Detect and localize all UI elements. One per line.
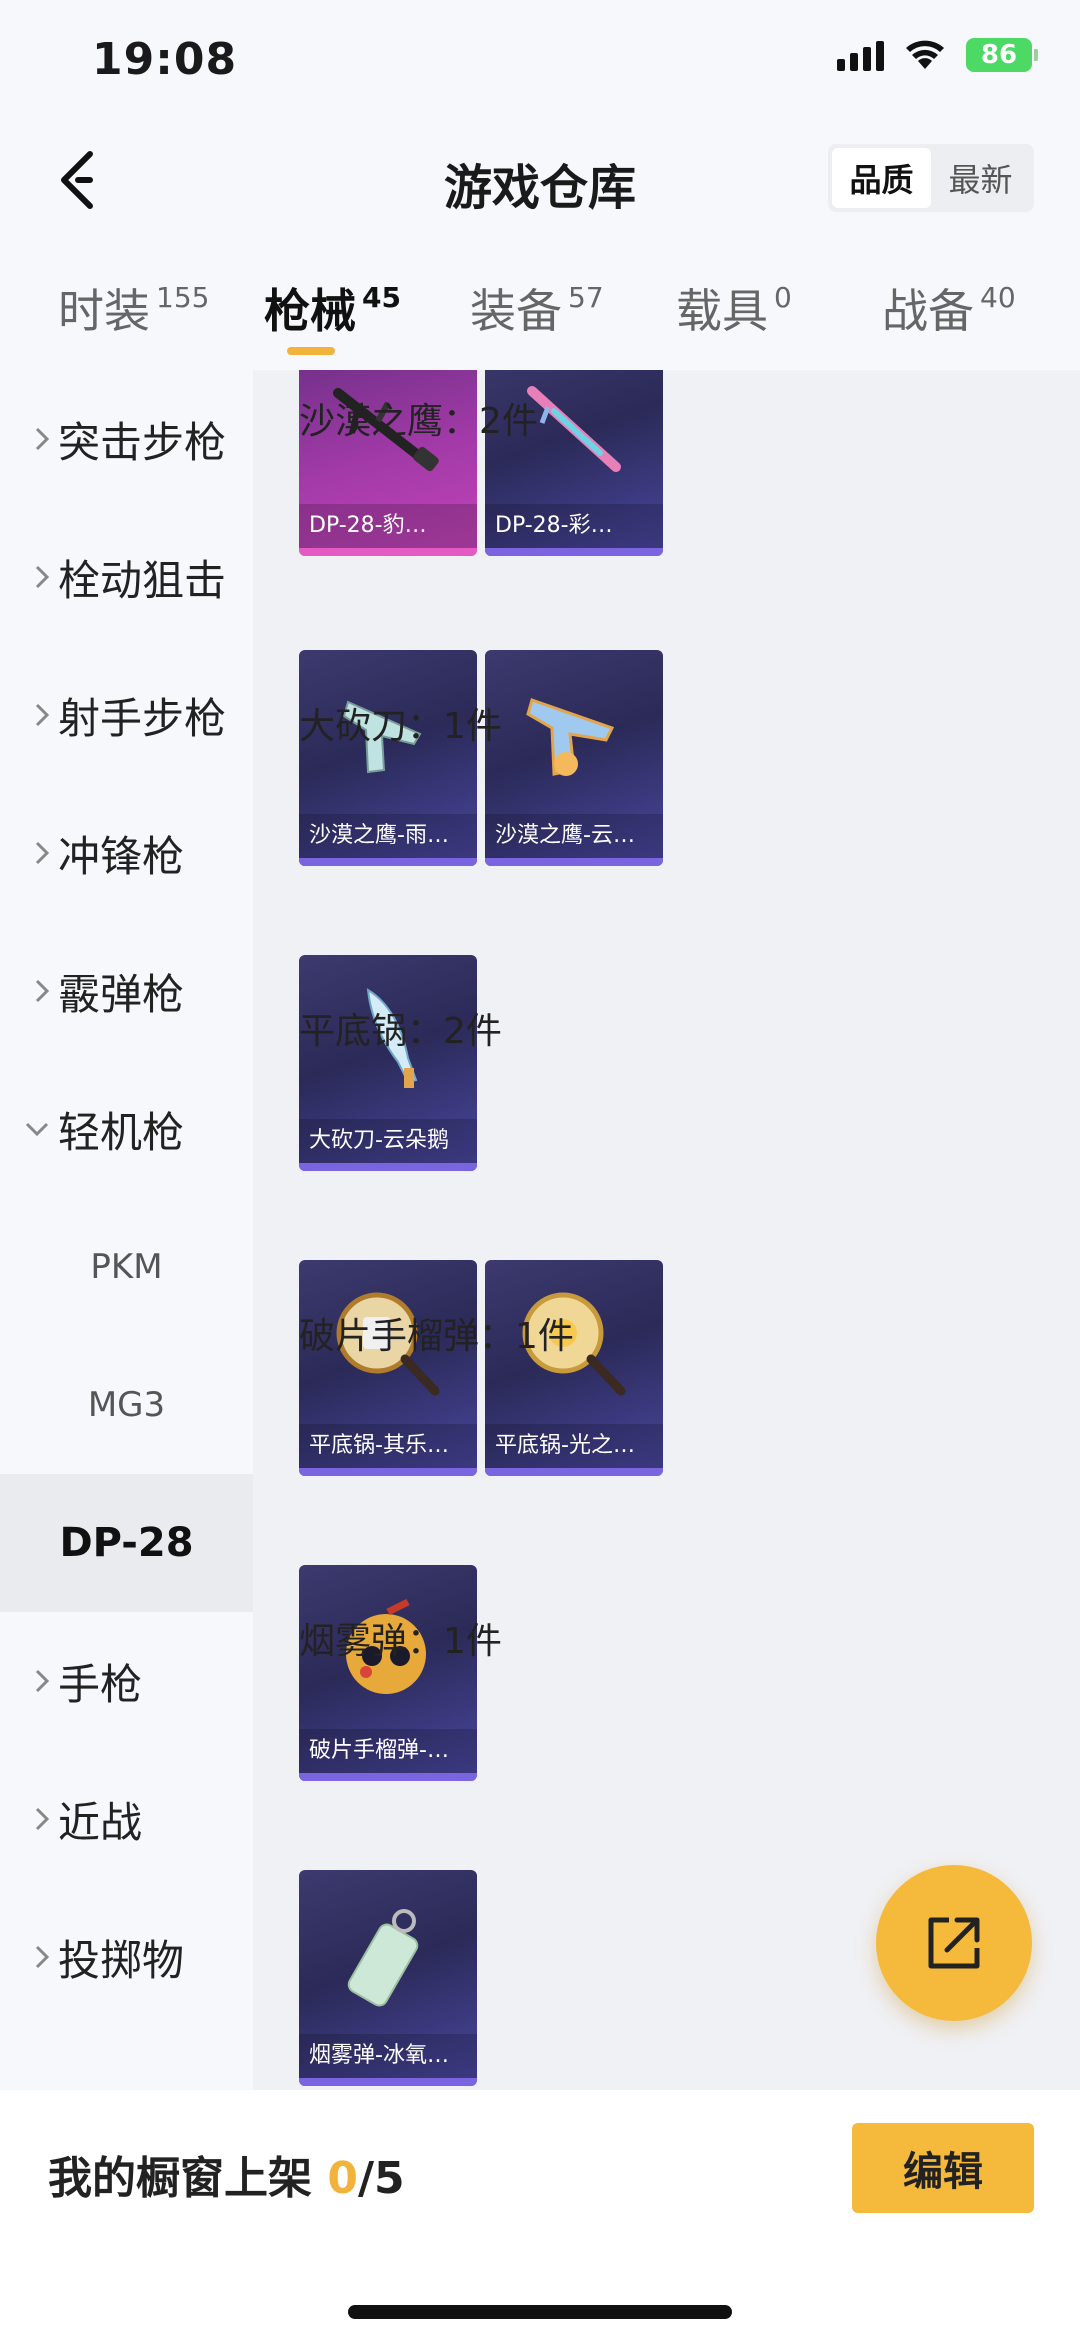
sidebar-item-label: 突击步枪 [58, 417, 227, 467]
pistol-skin-icon [485, 650, 663, 816]
chevron-right-icon [0, 1806, 58, 1832]
sidebar-item-label: 栓动狙击 [58, 555, 227, 605]
tab-count: 0 [774, 281, 792, 314]
sort-toggle: 品质 最新 [828, 144, 1034, 212]
item-card[interactable]: 大砍刀-云朵鹅 [299, 955, 477, 1171]
chevron-right-icon [0, 702, 58, 728]
tab-label: 时装 [58, 284, 150, 338]
wifi-icon [906, 40, 944, 69]
edit-button[interactable]: 编辑 [852, 2123, 1034, 2213]
sidebar-item-label: 射手步枪 [58, 693, 227, 743]
sidebar-subitem-pkm[interactable]: PKM [0, 1198, 253, 1336]
tab-label: 装备 [470, 284, 562, 338]
item-card[interactable]: 平底锅-其乐… [299, 1260, 477, 1476]
item-card[interactable]: 烟雾弹-冰氧… [299, 1870, 477, 2086]
battery-level: 86 [980, 40, 1018, 70]
showcase-total: /5 [357, 2153, 405, 2204]
tab-supplies[interactable]: 战备 40 [882, 275, 1016, 341]
sidebar-item-bolt-sniper[interactable]: 栓动狙击 [0, 508, 253, 646]
chevron-right-icon [0, 426, 58, 452]
chevron-down-icon [0, 1121, 58, 1137]
sidebar-item-melee[interactable]: 近战 [0, 1750, 253, 1888]
item-card[interactable]: 沙漠之鹰-云… [485, 650, 663, 866]
item-name: 大砍刀-云朵鹅 [299, 1119, 477, 1163]
sidebar-item-smg[interactable]: 冲锋枪 [0, 784, 253, 922]
sidebar-item-pistol[interactable]: 手枪 [0, 1612, 253, 1750]
sidebar-item-marksman-rifle[interactable]: 射手步枪 [0, 646, 253, 784]
tab-count: 45 [362, 281, 401, 314]
item-name: DP-28-豹… [299, 504, 477, 548]
tab-fashion[interactable]: 时装 155 [58, 275, 209, 341]
sidebar-item-label: 霰弹枪 [58, 969, 185, 1019]
chevron-right-icon [0, 978, 58, 1004]
tab-count: 57 [568, 281, 604, 314]
item-name: 破片手榴弹-… [299, 1729, 477, 1773]
tab-vehicles[interactable]: 载具 0 [676, 275, 792, 341]
showcase-current-count: 0 [327, 2153, 358, 2204]
section-label: 沙漠之鹰：2件 [299, 401, 538, 442]
item-card[interactable]: 破片手榴弹-… [299, 1565, 477, 1781]
signal-icon [837, 39, 884, 71]
item-name: 烟雾弹-冰氧… [299, 2034, 477, 2078]
sidebar-item-throwables[interactable]: 投掷物 [0, 1888, 253, 2026]
item-name: DP-28-彩… [485, 504, 663, 548]
sidebar-subitem-dp28[interactable]: DP-28 [0, 1474, 253, 1612]
sidebar-item-label: 手枪 [58, 1659, 143, 1709]
sort-quality-button[interactable]: 品质 [832, 148, 931, 208]
section-label: 平底锅：2件 [299, 1011, 502, 1052]
tab-label: 枪械 [264, 284, 356, 338]
tab-count: 40 [980, 281, 1016, 314]
tab-firearms[interactable]: 枪械 45 [264, 275, 401, 341]
chevron-right-icon [0, 1944, 58, 1970]
weapon-category-sidebar: 突击步枪 栓动狙击 射手步枪 冲锋枪 霰弹枪 轻机枪 PKM MG3 DP-28… [0, 370, 253, 2090]
item-name: 平底锅-光之… [485, 1424, 663, 1468]
showcase-status: 我的橱窗上架 0/5 [48, 2142, 405, 2206]
status-icons: 86 [837, 38, 1038, 72]
chevron-right-icon [0, 564, 58, 590]
status-time: 19:08 [92, 34, 238, 85]
share-icon [928, 1917, 980, 1969]
item-card[interactable]: 沙漠之鹰-雨… [299, 650, 477, 866]
sort-newest-button[interactable]: 最新 [931, 148, 1030, 208]
sidebar-item-shotgun[interactable]: 霰弹枪 [0, 922, 253, 1060]
category-tabs: 时装 155 枪械 45 装备 57 载具 0 战备 40 [0, 245, 1080, 370]
active-tab-indicator [287, 347, 335, 355]
bottom-bar: 我的橱窗上架 0/5 编辑 [0, 2090, 1080, 2339]
sidebar-item-label: 投掷物 [58, 1935, 185, 1985]
item-name: 平底锅-其乐… [299, 1424, 477, 1468]
item-name: 沙漠之鹰-云… [485, 814, 663, 858]
header: 游戏仓库 品质 最新 [0, 120, 1080, 245]
section-label: 破片手榴弹：1件 [299, 1316, 574, 1357]
smoke-grenade-skin-icon [299, 1870, 477, 2036]
tab-label: 战备 [882, 284, 974, 338]
section-label: 烟雾弹：1件 [299, 1621, 502, 1662]
sidebar-item-label: 轻机枪 [58, 1107, 185, 1157]
status-bar: 19:08 86 [0, 0, 1080, 120]
sidebar-item-label: 近战 [58, 1797, 143, 1847]
item-card[interactable]: 平底锅-光之… [485, 1260, 663, 1476]
sidebar-subitem-mg3[interactable]: MG3 [0, 1336, 253, 1474]
item-name: 沙漠之鹰-雨… [299, 814, 477, 858]
section-label: 大砍刀：1件 [299, 706, 502, 747]
battery-icon: 86 [966, 38, 1038, 72]
sidebar-item-assault-rifle[interactable]: 突击步枪 [0, 370, 253, 508]
item-grid: 1级 DP-28-豹… DP-28-彩… 沙漠之鹰：2件 沙漠之鹰-雨… 沙漠之… [253, 370, 1080, 2090]
sidebar-item-lmg[interactable]: 轻机枪 [0, 1060, 253, 1198]
home-indicator [348, 2305, 732, 2319]
tab-label: 载具 [676, 284, 768, 338]
tab-count: 155 [156, 281, 210, 314]
share-button[interactable] [876, 1865, 1032, 2021]
showcase-label: 我的橱窗上架 [48, 2153, 312, 2204]
chevron-right-icon [0, 840, 58, 866]
sidebar-item-label: 冲锋枪 [58, 831, 185, 881]
chevron-right-icon [0, 1668, 58, 1694]
tab-equipment[interactable]: 装备 57 [470, 275, 604, 341]
